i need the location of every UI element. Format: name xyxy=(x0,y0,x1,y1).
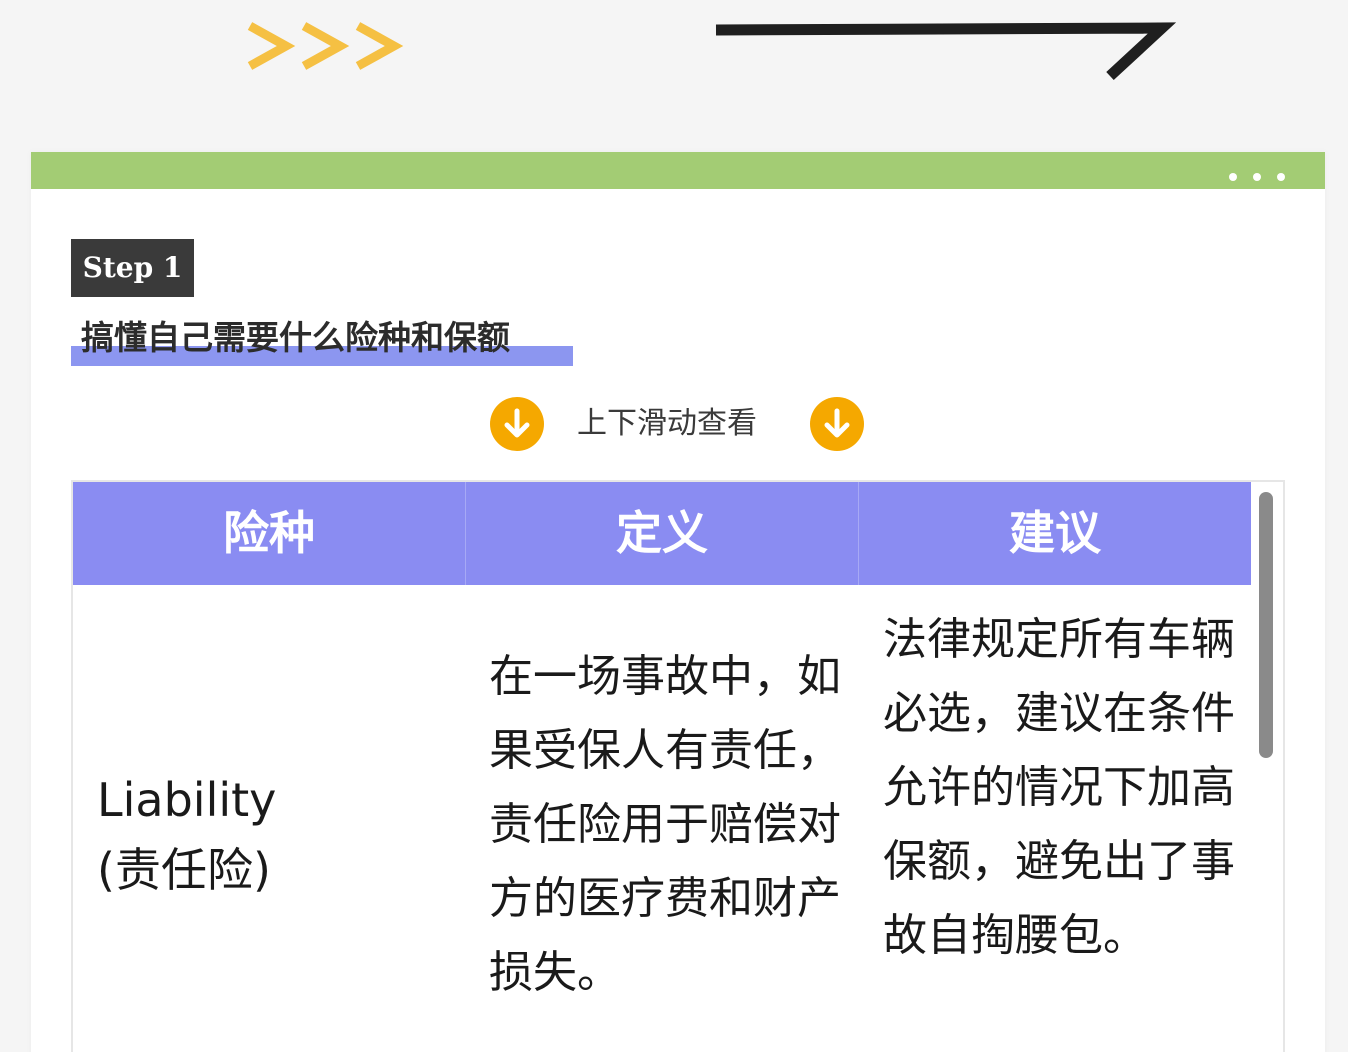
cell-type-line1: Liability xyxy=(97,773,277,827)
arrow-down-circle-icon xyxy=(810,397,864,451)
scroll-hint-text: 上下滑动查看 xyxy=(577,406,757,441)
hook-line-icon xyxy=(715,22,1177,81)
section-title: 搞懂自己需要什么险种和保额 xyxy=(81,318,510,357)
table-row: Liability (责任险) 在一场事故中，如果受保人有责任，责任险用于赔偿对… xyxy=(73,585,1251,1052)
content-card: Step 1 搞懂自己需要什么险种和保额 上下滑动查看 险种 定义 建议 Lia… xyxy=(31,152,1325,1052)
header-advice: 建议 xyxy=(1009,506,1101,560)
header-type: 险种 xyxy=(73,482,466,585)
table-scrollbar[interactable] xyxy=(1259,492,1273,758)
scroll-hint: 上下滑动查看 xyxy=(489,396,869,452)
cell-definition: 在一场事故中，如果受保人有责任，责任险用于赔偿对方的医疗费和财产损失。 xyxy=(489,651,841,998)
more-dots-icon xyxy=(1229,173,1285,181)
cell-type-line2: (责任险) xyxy=(97,843,271,897)
table-header: 险种 定义 建议 xyxy=(73,482,1251,585)
step-badge: Step 1 xyxy=(71,239,194,297)
page: Step 1 搞懂自己需要什么险种和保额 上下滑动查看 险种 定义 建议 Lia… xyxy=(0,0,1348,1052)
section-heading: 搞懂自己需要什么险种和保额 xyxy=(71,316,573,366)
cell-type: Liability (责任险) xyxy=(97,765,437,905)
cell-advice: 法律规定所有车辆必选，建议在条件允许的情况下加高保额，避免出了事故自掏腰包。 xyxy=(883,614,1235,961)
insurance-table[interactable]: 险种 定义 建议 Liability (责任险) 在一场事故中，如果受保人有责任… xyxy=(71,480,1285,1052)
card-header-bar xyxy=(31,152,1325,189)
arrow-down-circle-icon xyxy=(490,397,544,451)
header-definition: 定义 xyxy=(466,482,859,585)
triple-chevron-right-icon xyxy=(247,22,404,70)
